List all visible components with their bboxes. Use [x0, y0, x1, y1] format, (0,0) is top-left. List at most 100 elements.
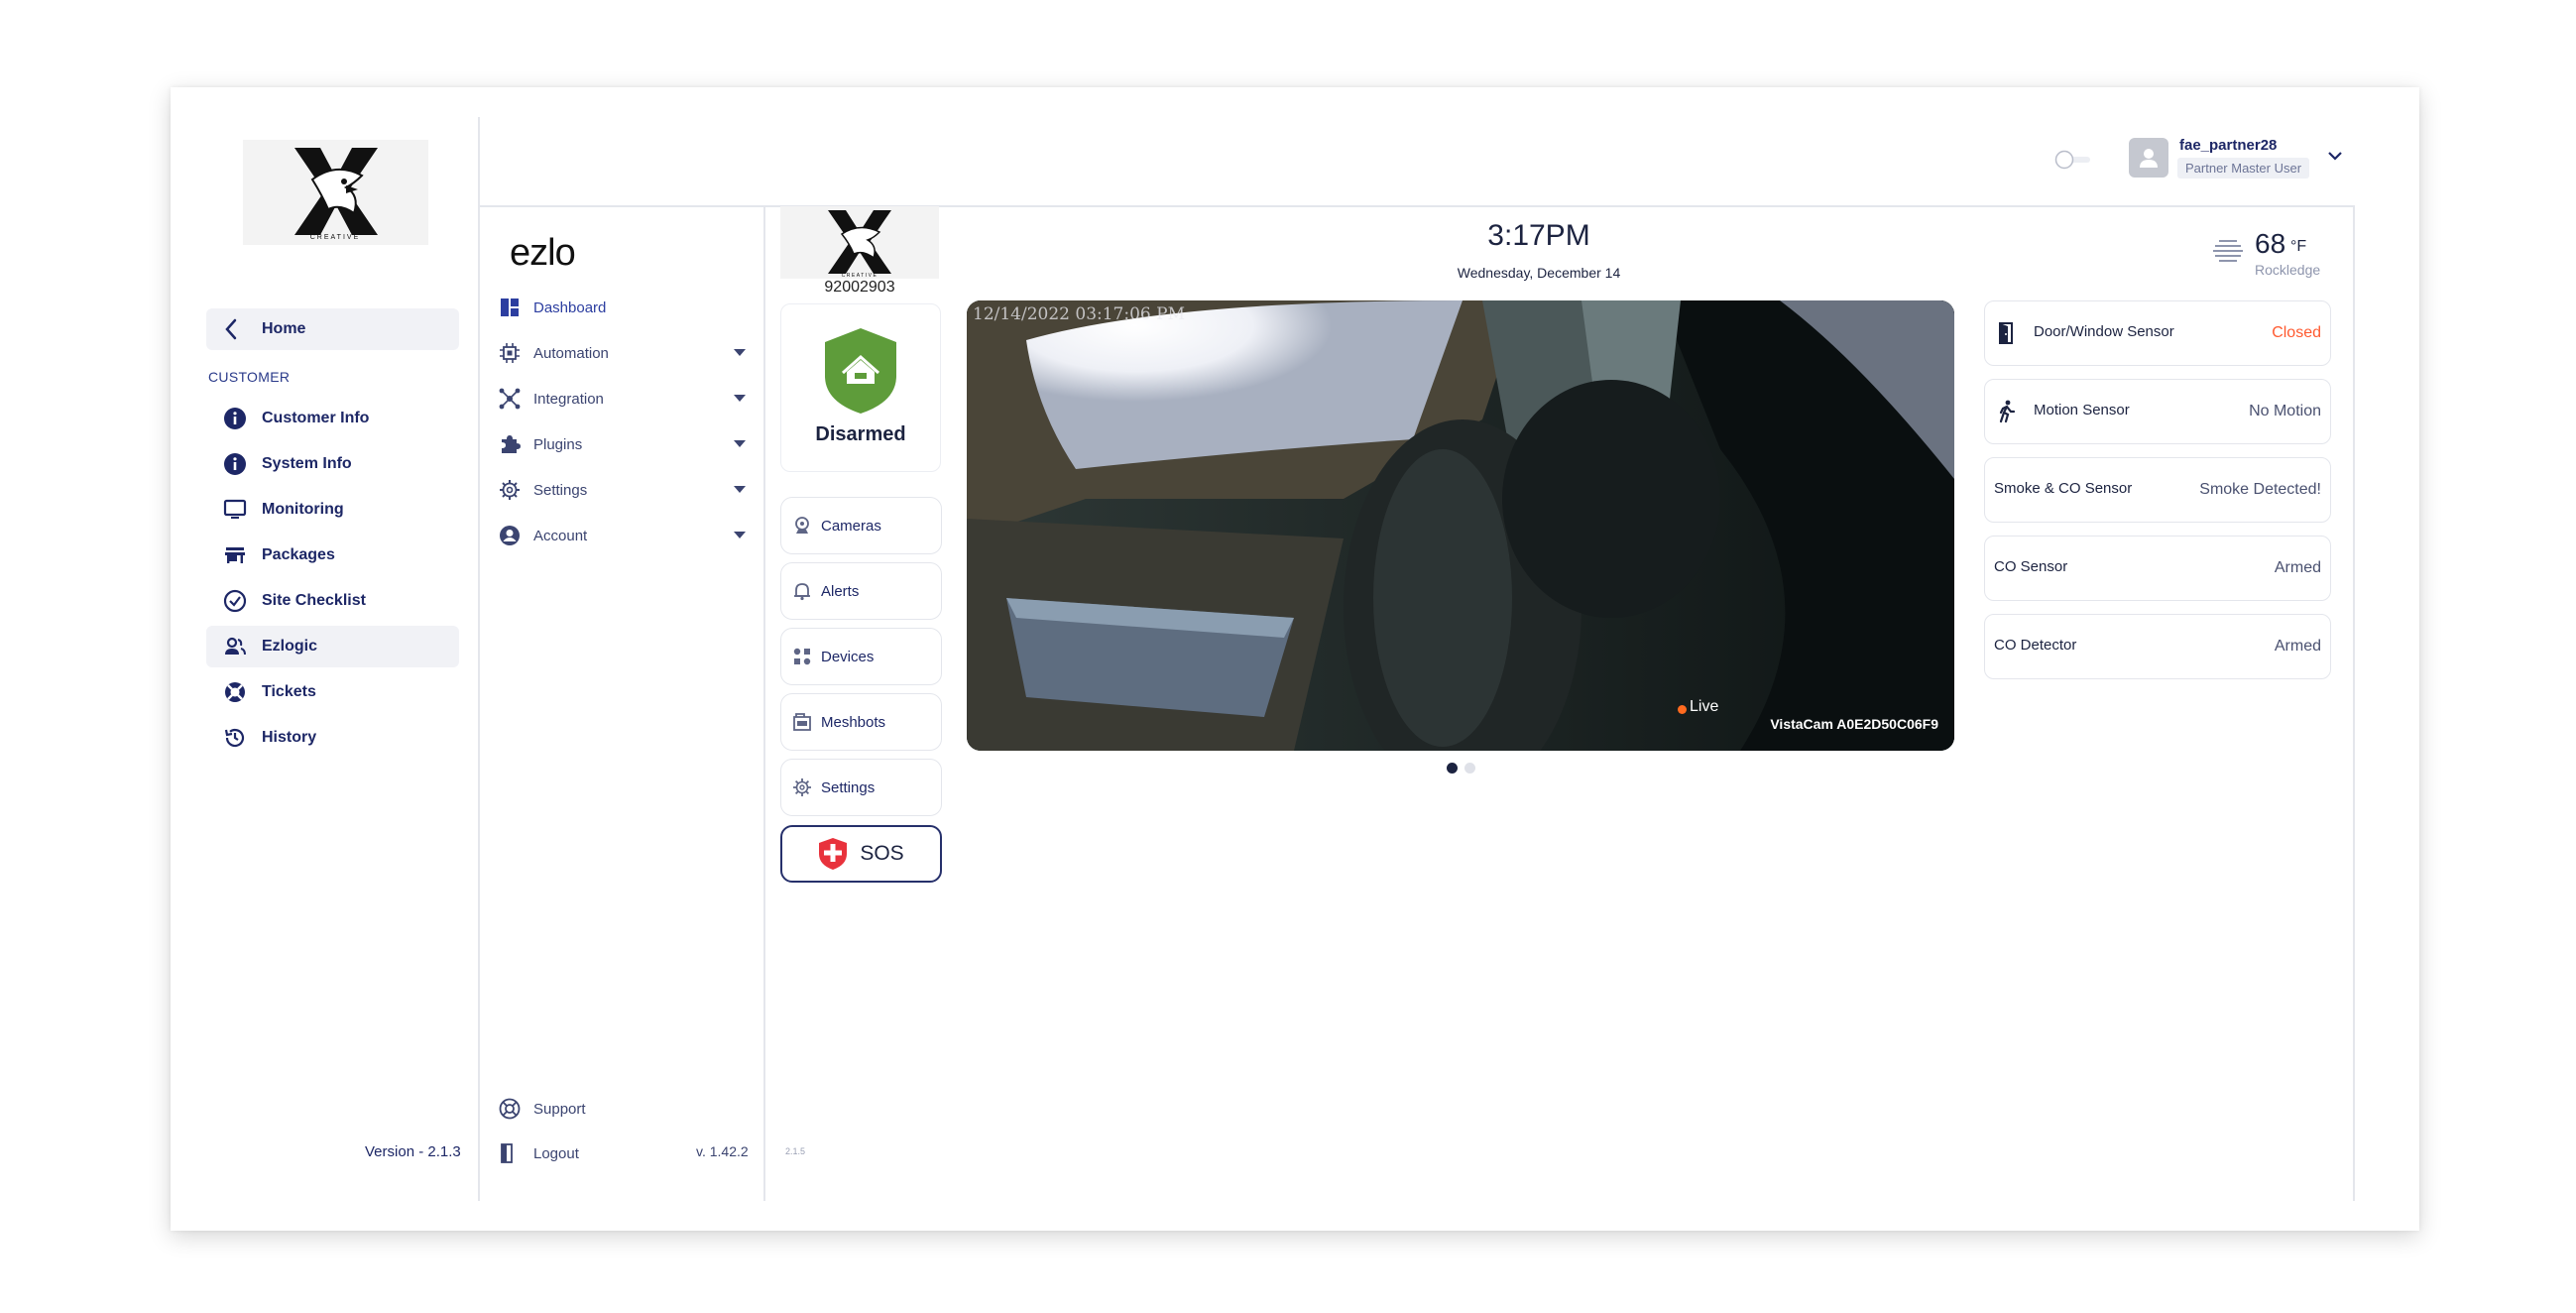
meshbots-button[interactable]: Meshbots	[780, 693, 942, 751]
temperature-unit: °F	[2290, 238, 2307, 255]
gear-icon	[791, 776, 813, 798]
logout-link[interactable]: Logout	[498, 1137, 676, 1169]
app-version: Version - 2.1.3	[365, 1143, 461, 1160]
devices-label: Devices	[821, 648, 875, 665]
caret-down-icon[interactable]	[734, 395, 746, 402]
sidebar-item-site-checklist[interactable]: Site Checklist	[206, 580, 459, 622]
sidebar-item-history[interactable]: History	[206, 717, 459, 759]
ezlo-version: v. 1.42.2	[696, 1143, 749, 1159]
sidebar-item-customer-info[interactable]: Customer Info	[206, 398, 459, 439]
sidebar-item-label: Site Checklist	[262, 592, 366, 609]
sensor-state: Armed	[2274, 559, 2321, 576]
users-icon	[222, 634, 248, 659]
ezlo-nav-dashboard[interactable]: Dashboard	[498, 292, 746, 323]
lifebuoy-icon	[222, 679, 248, 705]
history-icon	[222, 725, 248, 751]
ezlo-nav-integration[interactable]: Integration	[498, 383, 746, 415]
sensor-state: Smoke Detected!	[2199, 481, 2321, 498]
fog-icon	[2211, 238, 2245, 269]
camera-name: VistaCam A0E2D50C06F9	[1770, 716, 1938, 732]
divider	[2353, 206, 2355, 1201]
ezlo-nav-settings[interactable]: Settings	[498, 474, 746, 506]
sensor-name: CO Detector	[1994, 637, 2077, 654]
cameras-button[interactable]: Cameras	[780, 497, 942, 554]
ezlo-nav-account[interactable]: Account	[498, 520, 746, 551]
sensor-state: Closed	[2272, 324, 2321, 341]
theme-toggle[interactable]	[2054, 150, 2094, 170]
cameras-label: Cameras	[821, 517, 881, 535]
avatar[interactable]	[2129, 138, 2168, 178]
carousel-dot-active[interactable]	[1447, 763, 1458, 774]
ezlo-nav-automation[interactable]: Automation	[498, 337, 746, 369]
camera-timestamp: 12/14/2022 03:17:06 PM	[973, 304, 1185, 324]
integration-icon	[498, 387, 522, 411]
home-shield-icon	[825, 328, 896, 414]
security-status-card[interactable]: Disarmed	[780, 303, 941, 472]
alerts-button[interactable]: Alerts	[780, 562, 942, 620]
sidebar-item-system-info[interactable]: System Info	[206, 443, 459, 485]
sensor-card[interactable]: CO Detector Armed	[1984, 614, 2331, 679]
support-label: Support	[533, 1100, 586, 1118]
devices-button[interactable]: Devices	[780, 628, 942, 685]
sidebar-item-monitoring[interactable]: Monitoring	[206, 489, 459, 531]
puzzle-icon	[498, 432, 522, 456]
ezlo-nav-plugins[interactable]: Plugins	[498, 428, 746, 460]
support-link[interactable]: Support	[498, 1093, 746, 1125]
info-icon	[222, 451, 248, 477]
sidebar-item-label: Customer Info	[262, 410, 370, 426]
caret-down-icon[interactable]	[734, 486, 746, 493]
sensor-card[interactable]: Smoke & CO Sensor Smoke Detected!	[1984, 457, 2331, 523]
ezlo-nav-label: Account	[533, 527, 588, 544]
build-number: 2.1.5	[785, 1146, 806, 1156]
sidebar-item-label: Ezlogic	[262, 638, 318, 655]
divider	[479, 205, 2355, 207]
svg-text:CREATIVE: CREATIVE	[310, 234, 361, 241]
current-time: 3:17PM	[1487, 219, 1590, 252]
device-settings-button[interactable]: Settings	[780, 759, 942, 816]
device-id: 92002903	[824, 279, 895, 296]
camera-image	[967, 300, 1954, 751]
lifebuoy-icon	[498, 1097, 522, 1121]
sos-shield-icon	[818, 837, 848, 871]
chevron-down-icon[interactable]	[2327, 149, 2343, 167]
info-icon	[222, 406, 248, 431]
ezlo-nav-label: Plugins	[533, 435, 583, 453]
sensor-state: Armed	[2274, 638, 2321, 655]
sidebar-item-ezlogic[interactable]: Ezlogic	[206, 626, 459, 667]
sidebar-item-home[interactable]: Home	[206, 308, 459, 350]
live-label: Live	[1690, 698, 1719, 715]
ezlo-nav-label: Automation	[533, 344, 609, 362]
sensor-card[interactable]: Motion Sensor No Motion	[1984, 379, 2331, 444]
camera-feed[interactable]: 12/14/2022 03:17:06 PM Live VistaCam A0E…	[967, 300, 1954, 751]
caret-down-icon[interactable]	[734, 349, 746, 356]
sidebar-item-packages[interactable]: Packages	[206, 535, 459, 576]
sensor-card[interactable]: CO Sensor Armed	[1984, 536, 2331, 601]
sidebar-item-label: Home	[262, 320, 306, 337]
sidebar-item-tickets[interactable]: Tickets	[206, 671, 459, 713]
walking-icon	[1995, 400, 2019, 423]
ezlo-nav-label: Dashboard	[533, 298, 607, 316]
app-window: CREATIVE Home CUSTOMER Customer Info Sys…	[171, 87, 2419, 1231]
dashboard-icon	[498, 296, 522, 319]
caret-down-icon[interactable]	[734, 532, 746, 538]
live-indicator	[1678, 705, 1687, 714]
sidebar-item-label: System Info	[262, 455, 352, 472]
user-name: fae_partner28	[2179, 137, 2278, 154]
chip-icon	[498, 341, 522, 365]
logout-icon	[498, 1141, 522, 1165]
sensor-name: Motion Sensor	[2034, 402, 2130, 418]
carousel-dot[interactable]	[1464, 763, 1475, 774]
ezlo-nav-label: Settings	[533, 481, 588, 499]
chevron-left-icon	[218, 316, 244, 342]
sos-button[interactable]: SOS	[780, 825, 942, 883]
caret-down-icon[interactable]	[734, 440, 746, 447]
ezlo-nav-label: Integration	[533, 390, 604, 408]
divider	[763, 206, 765, 1201]
weather-city: Rockledge	[2255, 262, 2321, 278]
sensor-card[interactable]: Door/Window Sensor Closed	[1984, 300, 2331, 366]
sidebar-item-label: Monitoring	[262, 501, 344, 518]
sidebar-item-label: History	[262, 729, 317, 746]
meshbots-label: Meshbots	[821, 713, 886, 731]
sensor-state: No Motion	[2249, 403, 2321, 419]
alerts-label: Alerts	[821, 582, 860, 600]
